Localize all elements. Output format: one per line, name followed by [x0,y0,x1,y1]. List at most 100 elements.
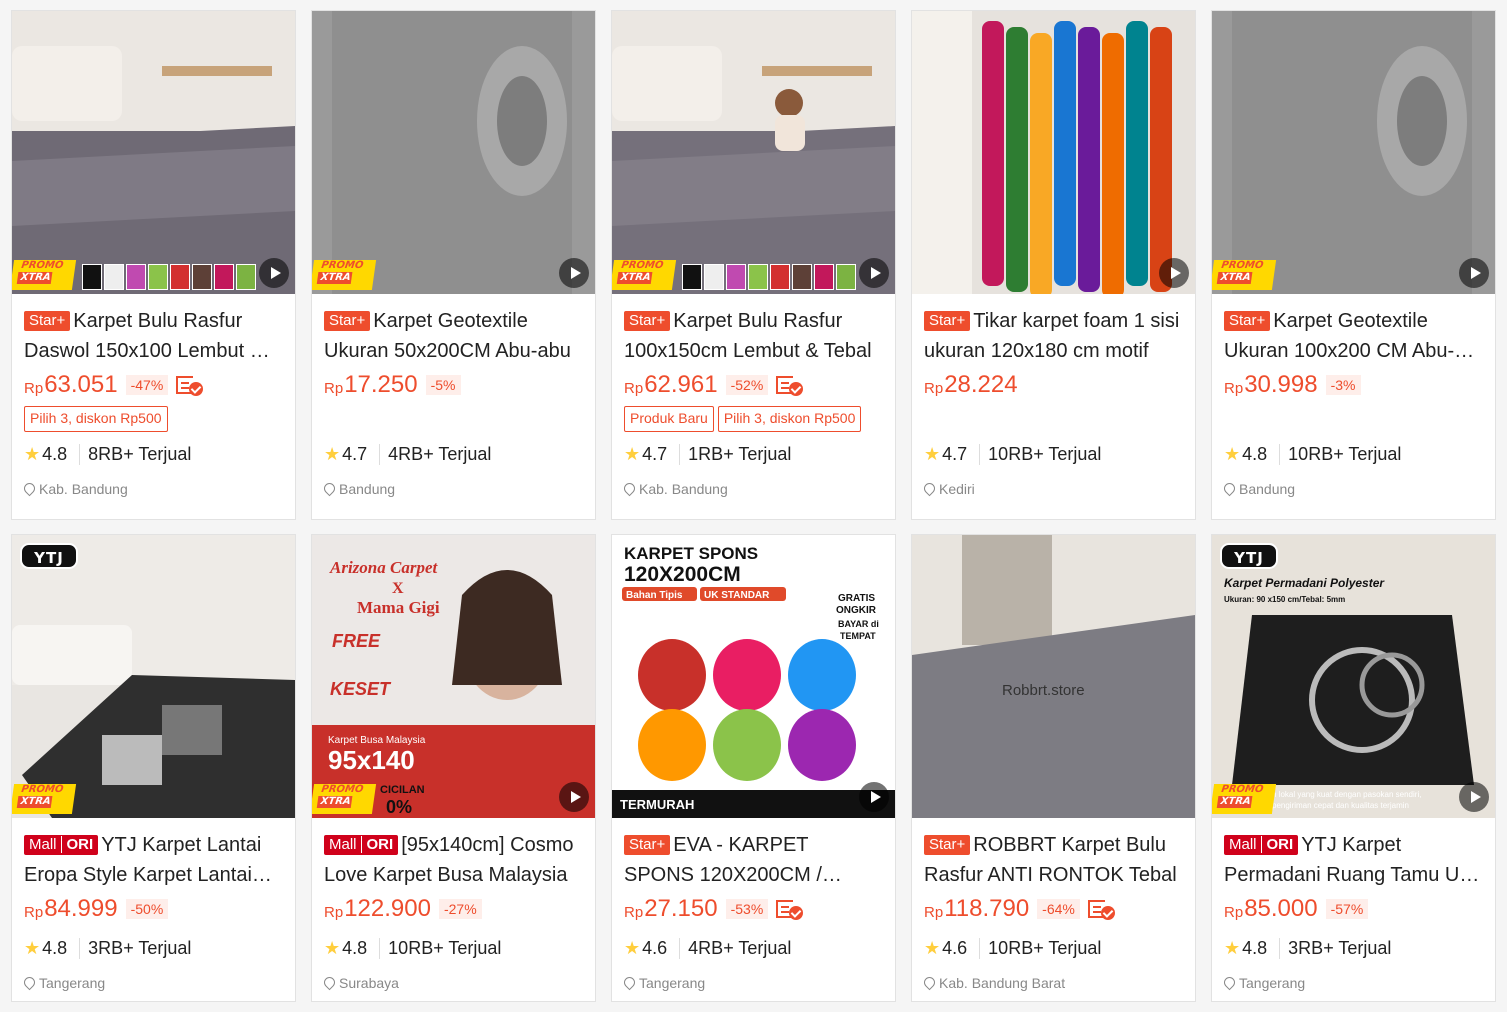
product-image[interactable]: PROMO XTRA [312,11,595,294]
product-card[interactable]: PROMO XTRA Star+ Karpet Bulu Rasfur 100x150… [611,10,896,520]
product-title[interactable]: Mall ORI [95x140cm] Cosmo Love Karpet Busa… [324,830,583,890]
headline: KARPET SPONS [624,544,758,563]
color-swatch[interactable] [836,264,856,290]
foam-roll [713,709,781,781]
product-card[interactable]: YTJ PROMO XTRA Mall ORI YTJ Karpet Lantai Ero… [11,534,296,1002]
foam-mat-roll [982,21,1004,286]
sold-count: 10RB+ Terjual [979,443,1101,465]
play-video-icon[interactable] [1459,258,1489,288]
product-photo [612,11,895,294]
rating-row: ★ 4.8 10RB+ Terjual [324,934,583,962]
color-swatch[interactable] [682,264,702,290]
color-swatch[interactable] [82,264,102,290]
color-swatch[interactable] [770,264,790,290]
product-image[interactable]: PROMO XTRA [612,11,895,294]
color-swatch[interactable] [814,264,834,290]
xtra-text: XTRA [1216,272,1253,284]
product-image[interactable]: YTJ PROMO XTRA [12,535,295,818]
discount-badge: -50% [125,899,169,919]
rating-value: 4.8 [1242,937,1268,958]
product-image[interactable]: KARPET SPONS 120X200CM Bahan Tipis UK STAND… [612,535,895,818]
foam-mat-roll [1150,27,1172,292]
color-swatch[interactable] [792,264,812,290]
play-video-icon[interactable] [559,782,589,812]
promo-tags [324,406,583,432]
product-title[interactable]: Star+ Karpet Geotextile Ukuran 50x200CM A… [324,306,583,366]
product-grid: PROMO XTRA Star+ Karpet Bulu Rasfur Daswol … [11,10,1497,1002]
product-card[interactable]: PROMO XTRA Star+ Karpet Geotextile Ukuran 1… [1211,10,1496,520]
rating-value: 4.7 [342,443,368,464]
price-row: Rp 84.999 -50% [24,892,283,926]
promo-text: PROMO [320,260,365,271]
color-swatch[interactable] [704,264,724,290]
color-swatch[interactable] [192,264,212,290]
play-video-icon[interactable] [859,782,889,812]
product-card[interactable]: PROMO XTRA Star+ Karpet Geotextile Ukuran 5… [311,10,596,520]
product-photo: Arizona CarpetXMama GigiFREEKESETKarpet … [312,535,595,818]
child-body [775,115,805,151]
product-title[interactable]: Star+ Karpet Bulu Rasfur Daswol 150x100 L… [24,306,283,366]
star-icon: ★ [1224,937,1241,958]
color-swatch[interactable] [748,264,768,290]
product-card[interactable]: Robbrt.store Star+ ROBBRT Karpet Bulu Rasf… [911,534,1196,1002]
product-title[interactable]: Mall ORI YTJ Karpet Lantai Eropa Style Kar… [24,830,283,890]
product-image[interactable]: PROMO XTRA [12,11,295,294]
color-swatch[interactable] [104,264,124,290]
table [762,66,872,76]
star-plus-badge: Star+ [624,835,671,855]
location: Tangerang [624,975,883,991]
promo-text: PROMO [20,260,65,271]
cicilan-text: CICILAN [380,784,425,796]
play-video-icon[interactable] [1159,258,1189,288]
location-text: Kab. Bandung Barat [939,975,1066,991]
product-title[interactable]: Mall ORI YTJ Karpet Permadani Ruang Tamu U… [1224,830,1483,890]
product-image[interactable]: Robbrt.store [912,535,1195,818]
play-video-icon[interactable] [259,258,289,288]
rating-value: 4.6 [642,937,668,958]
star-icon: ★ [1224,443,1241,464]
product-card[interactable]: Arizona Carpet X Mama Gigi FREE KESET Karpet … [311,534,596,1002]
product-card[interactable]: PROMO XTRA Star+ Karpet Bulu Rasfur Daswol … [11,10,296,520]
foam-roll [638,709,706,781]
brand-text: Arizona Carpet [329,558,438,577]
product-title[interactable]: Star+ Karpet Geotextile Ukuran 100x200 CM… [1224,306,1483,366]
star-icon: ★ [324,937,341,958]
rug-pattern [102,735,162,785]
location-text: Tangerang [39,975,106,991]
product-image[interactable] [912,11,1195,294]
cod-text: BAYAR di [838,619,879,629]
play-video-icon[interactable] [1459,782,1489,812]
product-card[interactable]: Star+ Tikar karpet foam 1 sisi ukuran 120… [911,10,1196,520]
star-icon: ★ [624,443,641,464]
free-text: FREE [332,631,381,651]
brand-text: X [392,580,404,597]
product-image[interactable]: PROMO XTRA [1212,11,1495,294]
color-swatch[interactable] [148,264,168,290]
discount-badge: -57% [1325,899,1369,919]
sofa [12,46,122,121]
product-info: Star+ Karpet Bulu Rasfur 100x150cm Lembut… [612,294,895,497]
color-swatch[interactable] [726,264,746,290]
product-card[interactable]: KARPET SPONS 120X200CM Bahan Tipis UK STAND… [611,534,896,1002]
mall-text: Mall [29,836,57,853]
color-swatch[interactable] [126,264,146,290]
location: Kab. Bandung Barat [924,975,1183,991]
color-swatch[interactable] [170,264,190,290]
color-swatch[interactable] [214,264,234,290]
product-photo [1212,11,1495,294]
star-plus-badge: Star+ [924,311,971,331]
product-title[interactable]: Star+ Tikar karpet foam 1 sisi ukuran 120… [924,306,1183,366]
mat-size: 95x140 [328,745,415,775]
play-video-icon[interactable] [559,258,589,288]
price: 62.961 [644,371,718,398]
price: 30.998 [1244,371,1318,398]
color-swatch[interactable] [236,264,256,290]
play-video-icon[interactable] [859,258,889,288]
product-title[interactable]: Star+ Karpet Bulu Rasfur 100x150cm Lembut… [624,306,883,366]
product-card[interactable]: Karpet Permadani Polyester Ukuran: 90 x15… [1211,534,1496,1002]
product-title[interactable]: Star+ ROBBRT Karpet Bulu Rasfur ANTI RONT… [924,830,1183,890]
product-image[interactable]: Karpet Permadani Polyester Ukuran: 90 x15… [1212,535,1495,818]
ytj-logo: YTJ [20,543,78,569]
product-title[interactable]: Star+EVA - KARPET SPONS 120X200CM / TIKA… [624,830,883,890]
product-image[interactable]: Arizona Carpet X Mama Gigi FREE KESET Karpet … [312,535,595,818]
